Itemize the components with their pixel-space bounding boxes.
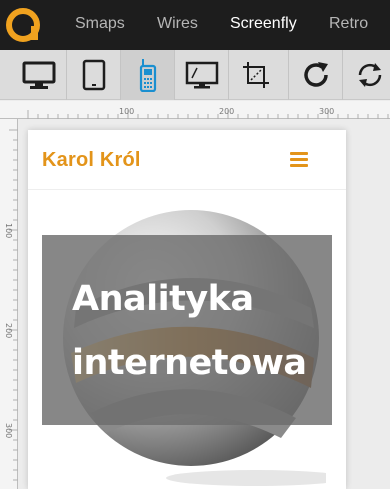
hero-overlay: Analityka internetowa: [42, 235, 332, 425]
nav-wires[interactable]: Wires: [157, 15, 198, 33]
ruler-label-v200: 200: [4, 323, 13, 339]
hamburger-menu-icon[interactable]: [290, 152, 308, 168]
desktop-button[interactable]: [12, 50, 66, 100]
quirktools-logo-icon[interactable]: [6, 8, 40, 42]
desktop-icon: [22, 61, 56, 89]
mobile-button[interactable]: [120, 50, 174, 100]
tablet-button[interactable]: [66, 50, 120, 100]
horizontal-ruler: 100 200 300: [0, 101, 390, 119]
custom-size-button[interactable]: [228, 50, 282, 100]
ruler-label-300: 300: [319, 107, 335, 116]
device-viewport[interactable]: Karol Król Analityka internetowa: [28, 130, 346, 489]
nav-smaps[interactable]: Smaps: [75, 15, 125, 33]
refresh-button[interactable]: [288, 50, 342, 100]
hero-heading-line-1: Analityka: [72, 279, 254, 319]
ruler-label-v300: 300: [4, 423, 13, 439]
tablet-icon: [82, 59, 105, 91]
nav-retro[interactable]: Retro: [329, 15, 368, 33]
rotate-icon: [358, 63, 381, 87]
television-button[interactable]: [174, 50, 228, 100]
rotate-button[interactable]: [342, 50, 390, 100]
refresh-icon: [303, 62, 328, 87]
custom-size-icon: [242, 62, 269, 88]
top-nav-bar: Smaps Wires Screenfly Retro: [0, 0, 390, 50]
nav-screenfly[interactable]: Screenfly: [230, 15, 297, 33]
ruler-label-100: 100: [119, 107, 135, 116]
site-header: Karol Król: [28, 130, 346, 190]
hero-heading-line-2: internetowa: [72, 343, 307, 383]
device-toolbar: [0, 50, 390, 100]
site-title[interactable]: Karol Król: [42, 149, 141, 172]
vertical-ruler: 100 200 300: [0, 119, 18, 489]
television-icon: [185, 61, 218, 89]
ruler-label-200: 200: [219, 107, 235, 116]
mobile-phone-icon: [139, 59, 156, 92]
ruler-label-v100: 100: [4, 223, 13, 239]
